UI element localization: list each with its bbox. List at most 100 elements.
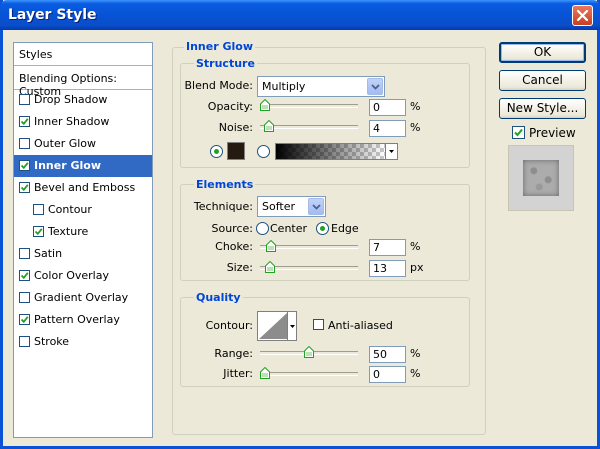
- technique-select[interactable]: Softer: [257, 196, 326, 217]
- style-item-checkbox[interactable]: [19, 182, 30, 193]
- title-bar[interactable]: Layer Style: [0, 0, 600, 30]
- blend-mode-value: Multiply: [262, 80, 306, 93]
- style-item-inner-glow[interactable]: Inner Glow: [14, 155, 152, 177]
- slider-thumb[interactable]: [304, 345, 314, 361]
- size-label: Size:: [226, 261, 253, 274]
- style-item-bevel-and-emboss[interactable]: Bevel and Emboss: [14, 177, 152, 199]
- style-item-label: Texture: [48, 225, 89, 238]
- opacity-input[interactable]: [369, 99, 406, 116]
- source-edge-radio[interactable]: [316, 222, 329, 235]
- choke-slider[interactable]: [260, 239, 358, 255]
- size-unit: px: [410, 261, 424, 274]
- source-center-label: Center: [270, 222, 308, 235]
- slider-thumb[interactable]: [260, 366, 270, 382]
- style-item-texture[interactable]: Texture: [14, 221, 152, 243]
- style-item-checkbox[interactable]: [33, 226, 44, 237]
- style-item-contour[interactable]: Contour: [14, 199, 152, 221]
- opacity-unit: %: [410, 100, 421, 113]
- gradient-dropdown[interactable]: [385, 143, 398, 160]
- jitter-input[interactable]: [369, 366, 406, 383]
- close-button[interactable]: [572, 5, 593, 26]
- style-item-checkbox[interactable]: [19, 94, 30, 105]
- checkmark-icon: [20, 316, 29, 324]
- noise-slider[interactable]: [260, 119, 358, 135]
- preview-checkbox[interactable]: [512, 126, 525, 139]
- blend-mode-select[interactable]: Multiply: [257, 76, 385, 97]
- new-style-button[interactable]: New Style...: [499, 98, 586, 119]
- style-item-checkbox[interactable]: [19, 138, 30, 149]
- style-item-label: Gradient Overlay: [34, 291, 129, 304]
- size-slider[interactable]: [260, 260, 358, 276]
- contour-label: Contour:: [205, 319, 253, 332]
- jitter-label: Jitter:: [223, 367, 253, 380]
- gradient-radio[interactable]: [257, 145, 270, 158]
- size-input[interactable]: [369, 260, 406, 277]
- ok-button[interactable]: OK: [499, 42, 586, 63]
- dropdown-arrow[interactable]: [308, 198, 324, 215]
- style-item-label: Drop Shadow: [34, 93, 108, 106]
- style-item-checkbox[interactable]: [19, 160, 30, 171]
- style-item-checkbox[interactable]: [19, 336, 30, 347]
- style-item-label: Stroke: [34, 335, 70, 348]
- slider-track: [260, 372, 358, 376]
- anti-aliased-label: Anti-aliased: [328, 319, 393, 332]
- technique-label: Technique:: [193, 200, 253, 213]
- style-item-label: Inner Shadow: [34, 115, 110, 128]
- style-item-checkbox[interactable]: [19, 248, 30, 259]
- noise-label: Noise:: [218, 121, 253, 134]
- opacity-slider[interactable]: [260, 98, 358, 114]
- slider-track: [260, 125, 358, 129]
- jitter-slider[interactable]: [260, 366, 358, 382]
- blending-options-item[interactable]: Blending Options: Custom: [14, 67, 152, 98]
- style-item-label: Color Overlay: [34, 269, 109, 282]
- cancel-button[interactable]: Cancel: [499, 70, 586, 91]
- checkmark-icon: [20, 184, 29, 192]
- slider-thumb-icon: [265, 260, 275, 273]
- style-item-checkbox[interactable]: [19, 292, 30, 303]
- style-item-checkbox[interactable]: [19, 270, 30, 281]
- jitter-unit: %: [410, 367, 421, 380]
- preview-texture: [523, 160, 559, 196]
- range-input[interactable]: [369, 346, 406, 363]
- dropdown-arrow[interactable]: [367, 78, 383, 95]
- style-item-drop-shadow[interactable]: Drop Shadow: [14, 89, 152, 111]
- gradient-preview[interactable]: [275, 143, 386, 160]
- style-item-outer-glow[interactable]: Outer Glow: [14, 133, 152, 155]
- radio-dot: [214, 149, 219, 154]
- styles-header[interactable]: Styles: [14, 43, 152, 66]
- style-item-checkbox[interactable]: [19, 314, 30, 325]
- slider-thumb[interactable]: [264, 119, 274, 135]
- styles-list: Styles Blending Options: Custom Drop Sha…: [13, 42, 153, 438]
- source-center-radio[interactable]: [256, 222, 269, 235]
- style-item-label: Bevel and Emboss: [34, 181, 136, 194]
- style-item-stroke[interactable]: Stroke: [14, 331, 152, 353]
- style-item-inner-shadow[interactable]: Inner Shadow: [14, 111, 152, 133]
- checkmark-icon: [514, 128, 523, 137]
- style-item-checkbox[interactable]: [19, 116, 30, 127]
- glow-color-swatch[interactable]: [227, 142, 245, 160]
- slider-thumb[interactable]: [265, 260, 275, 276]
- anti-aliased-checkbox[interactable]: [313, 319, 324, 330]
- range-label: Range:: [214, 347, 253, 360]
- contour-picker[interactable]: [257, 311, 297, 341]
- style-item-label: Inner Glow: [34, 159, 101, 172]
- solid-color-radio[interactable]: [210, 145, 223, 158]
- style-item-color-overlay[interactable]: Color Overlay: [14, 265, 152, 287]
- noise-input[interactable]: [369, 120, 406, 137]
- range-slider[interactable]: [260, 345, 358, 361]
- technique-value: Softer: [262, 200, 295, 213]
- slider-thumb[interactable]: [266, 239, 276, 255]
- styles-header-label: Styles: [19, 48, 53, 61]
- slider-thumb[interactable]: [260, 98, 270, 114]
- style-item-label: Satin: [34, 247, 63, 260]
- slider-thumb-icon: [304, 345, 314, 358]
- chevron-down-icon: [312, 204, 321, 210]
- inner-glow-title: Inner Glow: [184, 40, 255, 53]
- style-item-pattern-overlay[interactable]: Pattern Overlay: [14, 309, 152, 331]
- quality-title: Quality: [194, 291, 243, 304]
- choke-unit: %: [410, 240, 421, 253]
- style-item-checkbox[interactable]: [33, 204, 44, 215]
- choke-input[interactable]: [369, 239, 406, 256]
- style-item-satin[interactable]: Satin: [14, 243, 152, 265]
- style-item-gradient-overlay[interactable]: Gradient Overlay: [14, 287, 152, 309]
